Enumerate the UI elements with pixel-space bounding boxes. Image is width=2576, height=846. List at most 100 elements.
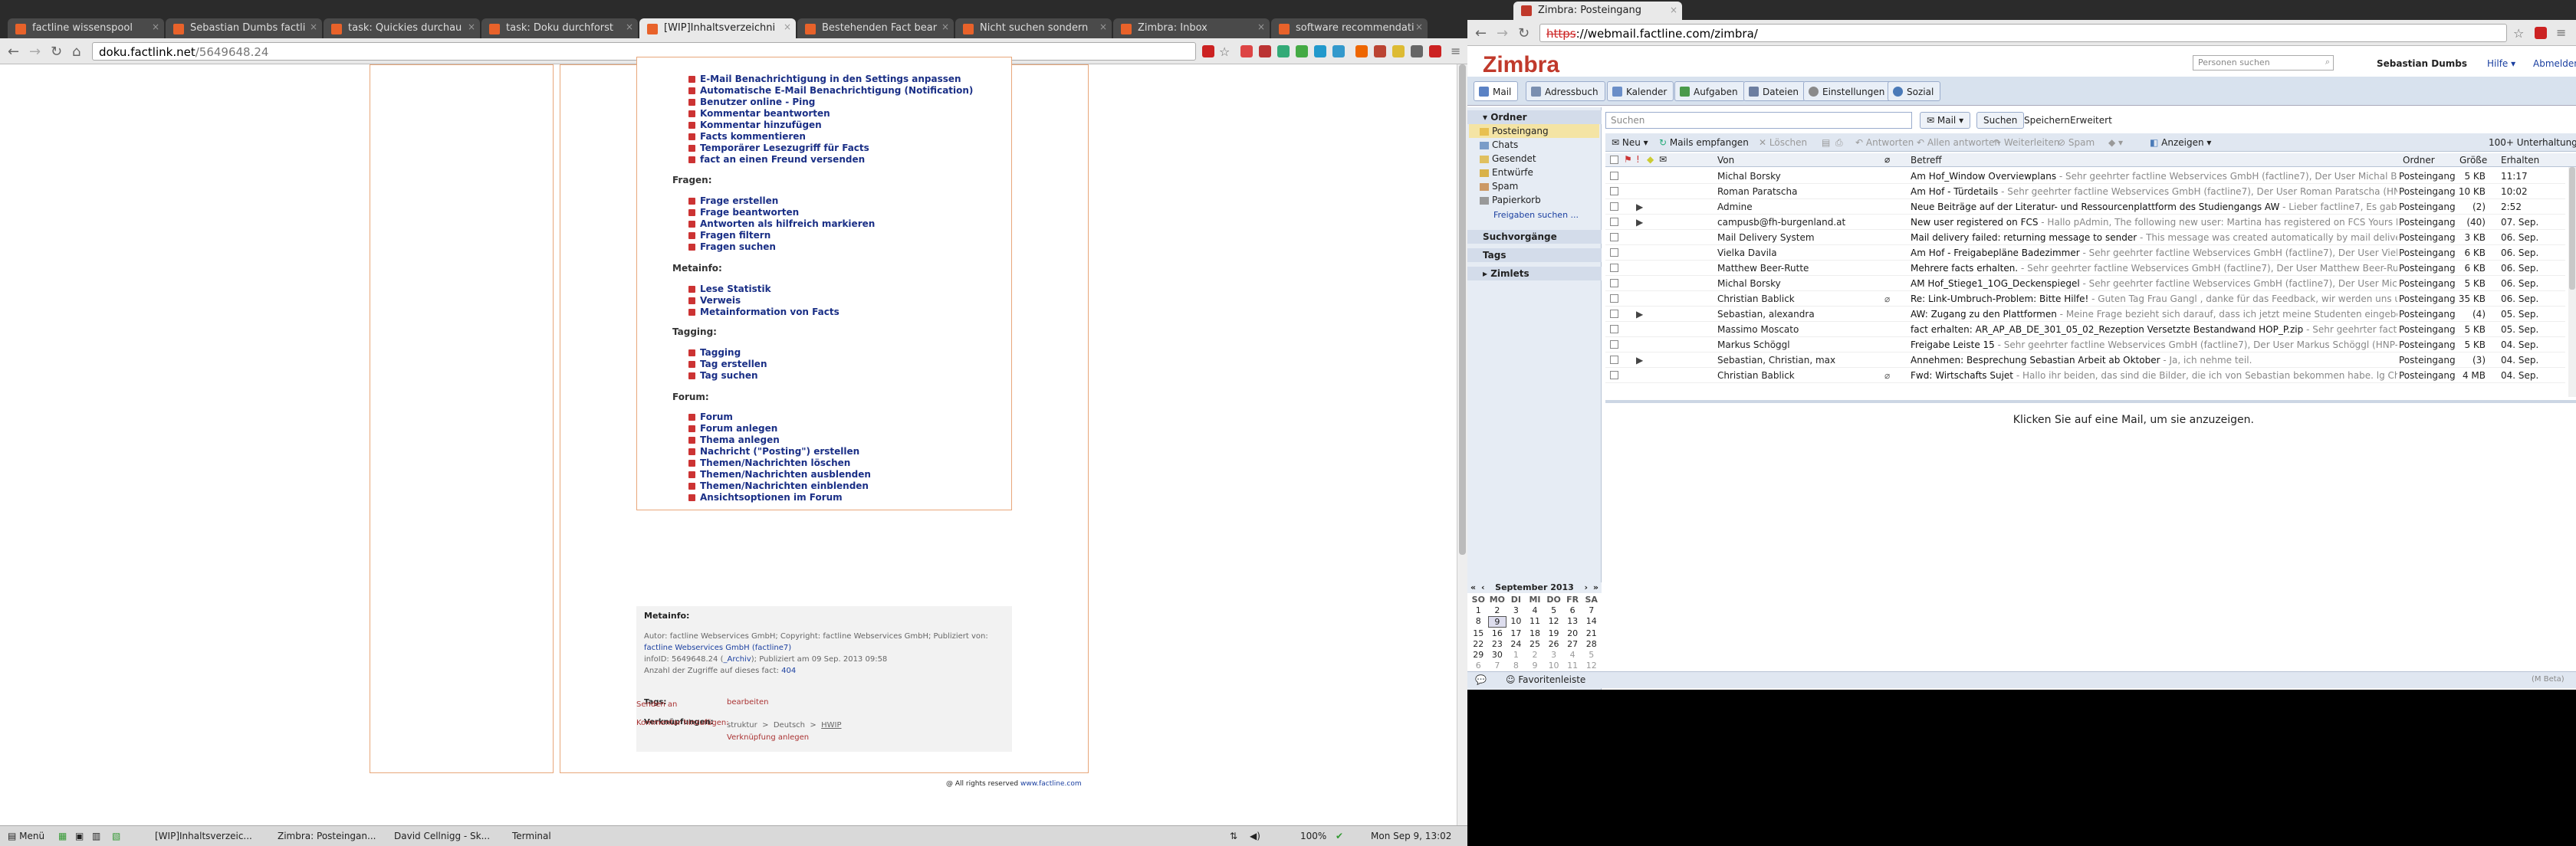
toc-link[interactable]: Fragen filtern (686, 230, 875, 241)
tags-header[interactable]: Tags (1467, 248, 1602, 262)
calendar-day[interactable]: 24 (1506, 639, 1526, 649)
print-icon[interactable]: ⎙ (1835, 137, 1843, 149)
crumb-struktur[interactable]: struktur (727, 721, 757, 730)
stop-extension-icon[interactable] (1202, 45, 1214, 57)
chat-icon[interactable]: 💬 (1475, 674, 1487, 685)
next-year-icon[interactable]: » (1593, 582, 1598, 592)
close-icon[interactable]: × (310, 21, 317, 32)
calendar-day[interactable]: 18 (1526, 628, 1545, 638)
toc-link[interactable]: Themen/Nachrichten einblenden (686, 480, 871, 492)
spam-button[interactable]: ⊘ Spam (2058, 137, 2095, 148)
user-extension-icon[interactable] (1392, 45, 1405, 57)
add-comment-link[interactable]: Kommentar hinzufügen: (636, 719, 729, 727)
zimbra-address-bar[interactable]: https://webmail.factline.com/zimbra/ (1539, 24, 2507, 42)
toc-link[interactable]: Frage beantworten (686, 207, 875, 218)
network-icon[interactable]: ⇅ (1225, 829, 1242, 844)
close-icon[interactable]: × (784, 21, 791, 32)
calendar-day[interactable]: 17 (1506, 628, 1526, 638)
row-checkbox[interactable] (1610, 218, 1618, 226)
calendar-day[interactable]: 8 (1506, 661, 1526, 671)
row-checkbox[interactable] (1610, 340, 1618, 349)
calendar-day[interactable]: 3 (1544, 650, 1563, 660)
calendar-day[interactable]: 19 (1544, 628, 1563, 638)
close-icon[interactable]: × (1415, 21, 1423, 32)
toc-link[interactable]: Nachricht ("Posting") erstellen (686, 446, 871, 457)
send-to-link[interactable]: Senden an (636, 700, 677, 709)
folder-trash[interactable]: Papierkorb (1480, 195, 1541, 205)
close-extension-icon[interactable] (1429, 45, 1441, 57)
tab-6[interactable]: Nicht suchen sondern × (955, 18, 1112, 38)
tab-0[interactable]: factline wissenspool × (8, 18, 164, 38)
home-icon[interactable]: ⌂ (72, 44, 80, 60)
mail-row[interactable]: Michal Borsky Am Hof_Window Overviewplans… (1605, 169, 2565, 184)
taskbar-item-zimbra[interactable]: Zimbra: Posteingan... (273, 829, 380, 844)
calendar-day[interactable]: 21 (1582, 628, 1601, 638)
calendar-day[interactable]: 11 (1526, 616, 1545, 628)
move-icon[interactable]: ▤ (1822, 137, 1830, 148)
col-subject[interactable]: Betreff (1911, 155, 1942, 166)
toc-link[interactable]: Tagging (686, 347, 767, 359)
calendar-day[interactable]: 1 (1469, 605, 1488, 615)
toc-link[interactable]: Kommentar hinzufügen (686, 120, 973, 131)
find-shares-link[interactable]: Freigaben suchen ... (1493, 210, 1579, 220)
prev-year-icon[interactable]: « (1470, 582, 1476, 592)
toc-link[interactable]: Temporärer Lesezugriff für Facts (686, 143, 973, 154)
col-from[interactable]: Von (1717, 155, 1734, 166)
menu-icon[interactable]: ≡ (1451, 44, 1460, 58)
calendar-day[interactable]: 9 (1487, 616, 1507, 628)
folder-sent[interactable]: Gesendet (1480, 153, 1536, 164)
toc-link[interactable]: Themen/Nachrichten ausblenden (686, 469, 871, 480)
attachment-column-icon[interactable]: ⌀ (1884, 154, 1890, 165)
edit-tags-link[interactable]: bearbeiten (727, 698, 768, 707)
folder-inbox[interactable]: Posteingang (1480, 126, 1549, 136)
logout-link[interactable]: Abmelden (2533, 58, 2576, 69)
col-size[interactable]: Größe (2459, 155, 2487, 166)
col-folder[interactable]: Ordner (2403, 155, 2435, 166)
row-checkbox[interactable] (1610, 187, 1618, 195)
calendar-day[interactable]: 1 (1506, 650, 1526, 660)
toc-link[interactable]: Verweis (686, 295, 840, 307)
toc-link[interactable]: Metainformation von Facts (686, 307, 840, 318)
mail-list-scrollbar[interactable] (2568, 167, 2576, 397)
puzzle-extension-icon[interactable] (1296, 45, 1308, 57)
calendar-day[interactable]: 14 (1582, 616, 1601, 628)
bookmark-star-icon[interactable]: ☆ (1219, 44, 1230, 59)
search-icon[interactable]: ⌕ (2325, 57, 2330, 67)
search-scope-select[interactable]: ✉ Mail ▾ (1920, 112, 1971, 129)
row-checkbox[interactable] (1610, 279, 1618, 287)
row-checkbox[interactable] (1610, 202, 1618, 211)
close-icon[interactable]: × (1099, 21, 1107, 32)
folder-launcher-icon[interactable]: ▧ (107, 829, 125, 844)
save-search-button[interactable]: Speichern (2024, 115, 2070, 126)
folder-spam[interactable]: Spam (1480, 181, 1518, 192)
priority-column-icon[interactable]: ! (1636, 154, 1640, 165)
tab-mail[interactable]: Mail (1474, 81, 1519, 101)
toc-link[interactable]: Tag erstellen (686, 359, 767, 370)
calendar-day[interactable]: 12 (1544, 616, 1563, 628)
close-icon[interactable]: × (941, 21, 949, 32)
toc-link[interactable]: Kommentar beantworten (686, 108, 973, 120)
create-link-link[interactable]: Verknüpfung anlegen (727, 733, 809, 742)
next-month-icon[interactable]: › (1584, 582, 1588, 592)
tag-icon[interactable]: ◆ ▾ (2108, 137, 2123, 148)
expand-icon[interactable]: ▶ (1636, 309, 1643, 320)
calendar-day[interactable]: 11 (1563, 661, 1582, 671)
help-menu[interactable]: Hilfe ▾ (2487, 58, 2515, 69)
prev-month-icon[interactable]: ‹ (1481, 582, 1485, 592)
reply-button[interactable]: ↶ Antworten (1855, 137, 1914, 148)
row-checkbox[interactable] (1610, 172, 1618, 180)
select-all-checkbox[interactable] (1610, 156, 1618, 164)
delete-button[interactable]: ✕ Löschen (1759, 137, 1807, 148)
extension-icon[interactable] (2535, 27, 2547, 39)
factline-link[interactable]: www.factline.com (1020, 780, 1082, 788)
reload-icon[interactable]: ↻ (1518, 25, 1530, 41)
toc-link[interactable]: Forum anlegen (686, 423, 871, 434)
meta-author-link[interactable]: factline Webservices GmbH (factline7) (644, 644, 791, 652)
calendar-day[interactable]: 5 (1582, 650, 1601, 660)
mail-row[interactable]: Christian Bablick ⌀ Fwd: Wirtschafts Sujet… (1605, 368, 2565, 383)
access-count-link[interactable]: 404 (781, 667, 796, 675)
calendar-day[interactable]: 28 (1582, 639, 1601, 649)
calendar-day[interactable]: 4 (1563, 650, 1582, 660)
taskbar-item-terminal[interactable]: Terminal (508, 829, 556, 844)
close-icon[interactable]: × (1257, 21, 1265, 32)
